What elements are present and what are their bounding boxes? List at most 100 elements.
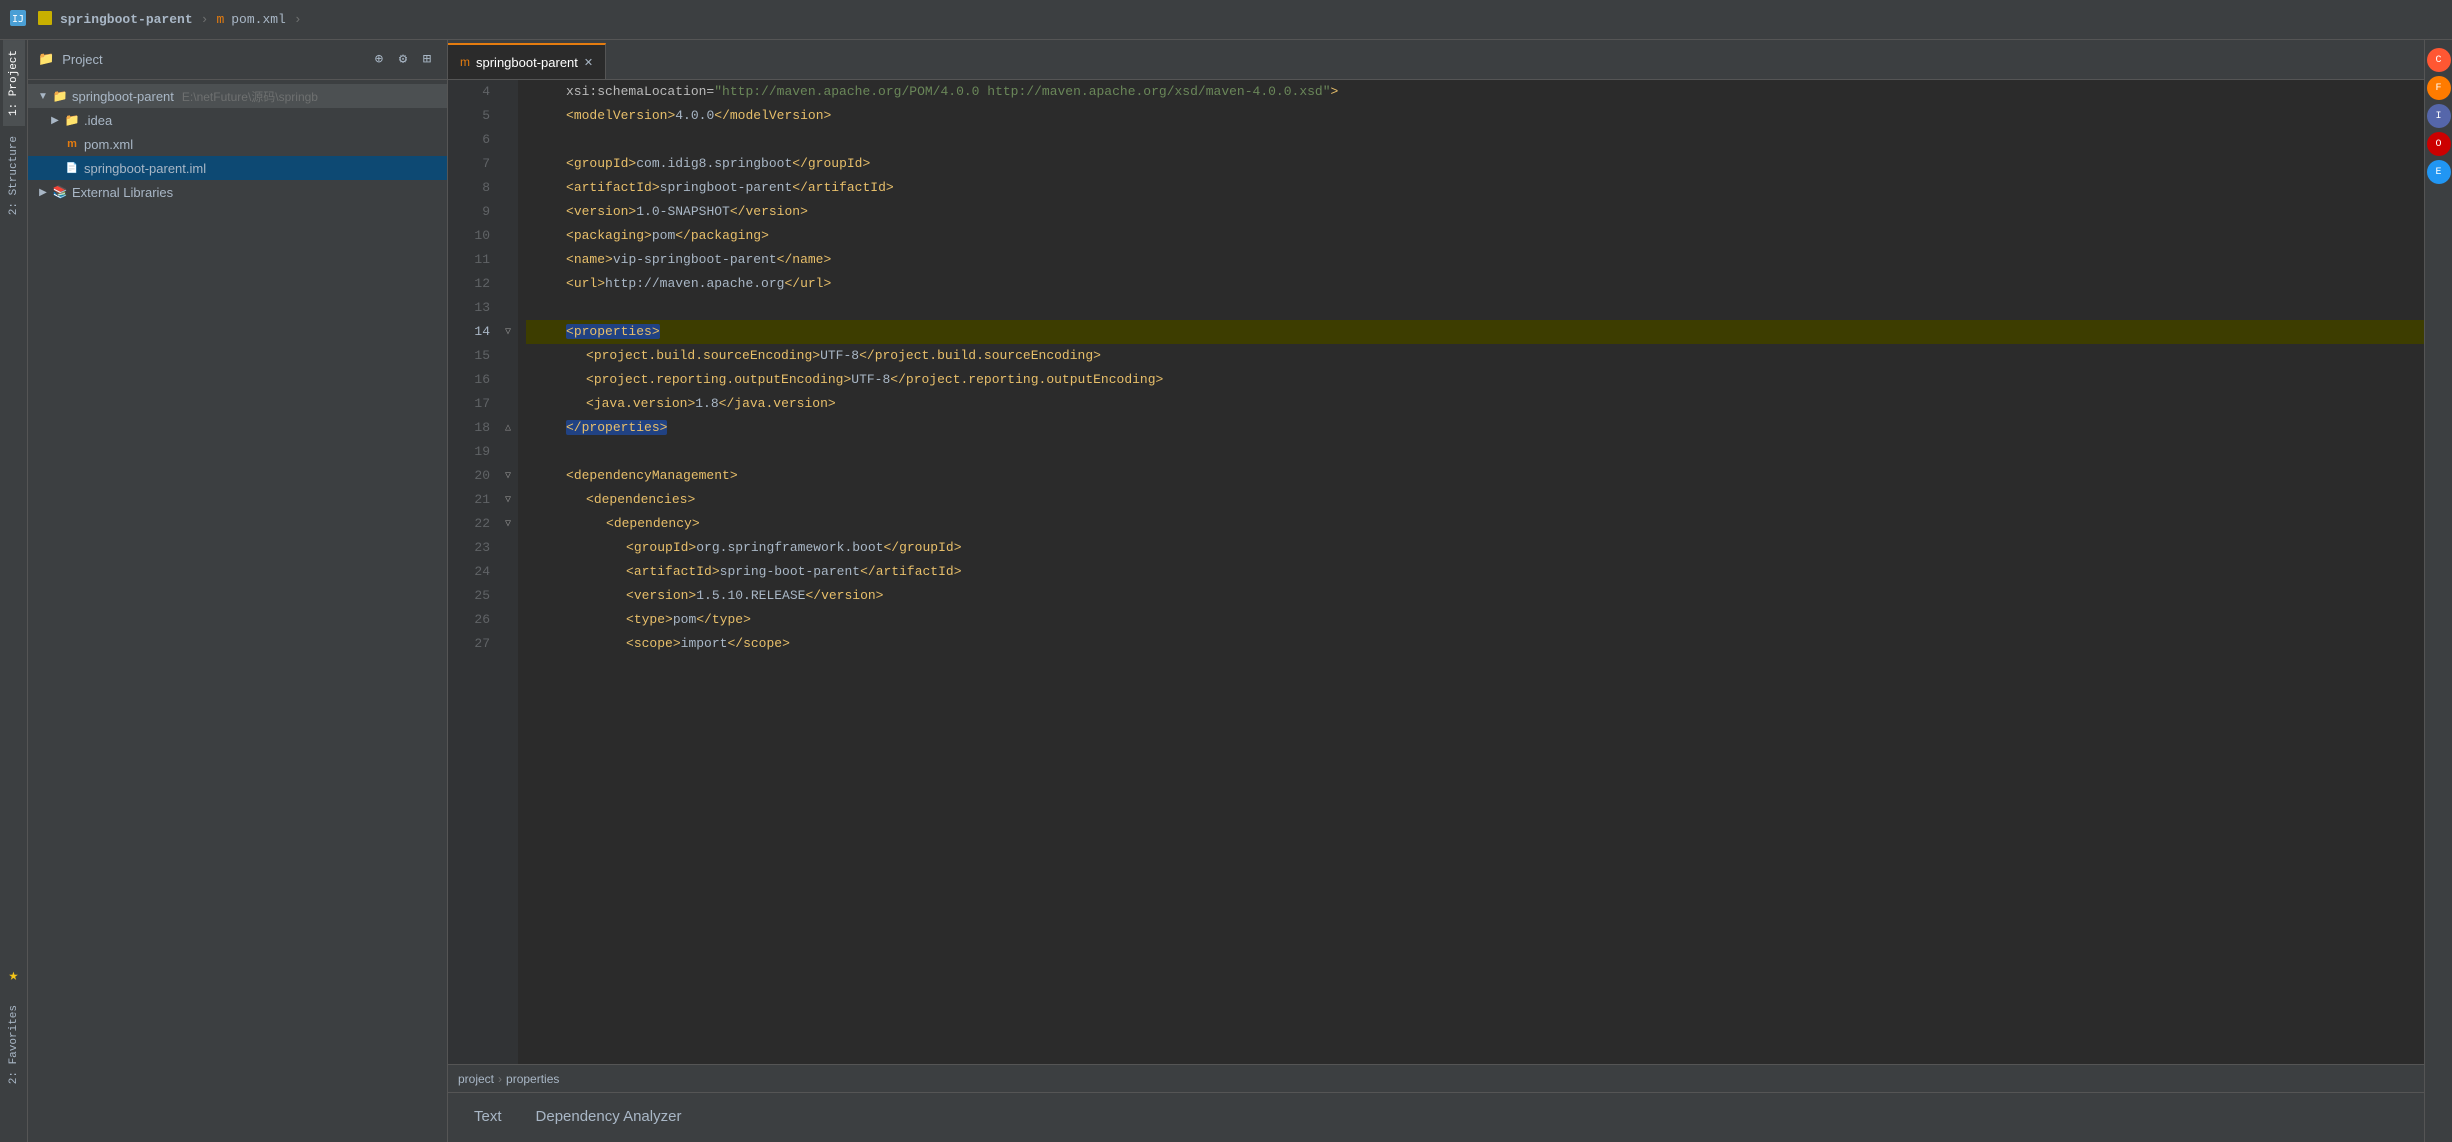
line-num-27: 27 <box>456 632 490 656</box>
line-num-11: 11 <box>456 248 490 272</box>
line-num-17: 17 <box>456 392 490 416</box>
code-line-26: <type>pom</type> <box>526 608 2424 632</box>
line-num-12: 12 <box>456 272 490 296</box>
main-layout: 1: Project 2: Structure 📁 Project ⊕ ⚙ ⊞ … <box>0 40 2452 1142</box>
pom-icon: m <box>216 12 224 27</box>
line-num-18: 18 <box>456 416 490 440</box>
line-num-23: 23 <box>456 536 490 560</box>
extlibs-label: External Libraries <box>72 185 173 200</box>
idea-icon: 📁 <box>64 112 80 128</box>
tree-item-ext-libs[interactable]: ▶ 📚 External Libraries <box>28 180 447 204</box>
browser-icons-area: C F I O E <box>2425 40 2452 192</box>
sidebar-tab-favorites[interactable]: 2: Favorites <box>3 995 25 1094</box>
line-num-6: 6 <box>456 128 490 152</box>
fold-11 <box>498 248 518 272</box>
line-24-content: <artifactId>spring-boot-parent</artifact… <box>526 560 962 584</box>
status-bar: project › properties <box>448 1064 2424 1092</box>
favorites-star-icon[interactable]: ★ <box>9 965 19 985</box>
title-sep1: › <box>201 12 209 27</box>
fold-19 <box>498 440 518 464</box>
line-18-content: </properties> <box>526 416 667 440</box>
tree-root-item[interactable]: ▼ 📁 springboot-parent E:\netFuture\源码\sp… <box>28 84 447 108</box>
line-num-10: 10 <box>456 224 490 248</box>
fold-8 <box>498 176 518 200</box>
code-line-12: <url>http://maven.apache.org</url> <box>526 272 2424 296</box>
bottom-tab-dependency-label: Dependency Analyzer <box>536 1108 682 1125</box>
project-panel: 📁 Project ⊕ ⚙ ⊞ ▼ 📁 springboot-parent E:… <box>28 40 448 1142</box>
sidebar-tab-structure[interactable]: 2: Structure <box>3 126 25 225</box>
app-icon: IJ <box>10 10 26 30</box>
code-line-8: <artifactId>springboot-parent</artifactI… <box>526 176 2424 200</box>
line-14-content: <properties> <box>526 320 660 344</box>
line-12-content: <url>http://maven.apache.org</url> <box>526 272 831 296</box>
line-num-7: 7 <box>456 152 490 176</box>
fold-25 <box>498 584 518 608</box>
tree-item-pom[interactable]: ▶ m pom.xml <box>28 132 447 156</box>
title-breadcrumb: springboot-parent › m pom.xml › <box>34 11 306 29</box>
line-num-26: 26 <box>456 608 490 632</box>
sidebar-tab-project[interactable]: 1: Project <box>3 40 25 126</box>
fold-13 <box>498 296 518 320</box>
bottom-tab-text-label: Text <box>474 1108 502 1125</box>
code-line-16: <project.reporting.outputEncoding>UTF-8<… <box>526 368 2424 392</box>
line-25-content: <version>1.5.10.RELEASE</version> <box>526 584 883 608</box>
sync-icon[interactable]: ⊕ <box>369 50 389 70</box>
line-15-content: <project.build.sourceEncoding>UTF-8</pro… <box>526 344 1101 368</box>
opera-icon[interactable]: O <box>2427 132 2451 156</box>
root-path: E:\netFuture\源码\springb <box>182 88 318 105</box>
line-num-20: 20 <box>456 464 490 488</box>
breadcrumb-project: project <box>458 1072 494 1086</box>
line-num-22: 22 <box>456 512 490 536</box>
line-9-content: <version>1.0-SNAPSHOT</version> <box>526 200 808 224</box>
fold-20[interactable]: ▽ <box>498 464 518 488</box>
svg-text:IJ: IJ <box>12 14 24 25</box>
fold-24 <box>498 560 518 584</box>
code-line-14: <properties> <box>526 320 2424 344</box>
pom-file-icon: m <box>64 136 80 152</box>
line-21-content: <dependencies> <box>526 488 695 512</box>
edge-icon[interactable]: E <box>2427 160 2451 184</box>
line-num-19: 19 <box>456 440 490 464</box>
code-line-21: <dependencies> <box>526 488 2424 512</box>
code-line-19 <box>526 440 2424 464</box>
fold-18[interactable]: △ <box>498 416 518 440</box>
code-line-4: xsi:schemaLocation="http://maven.apache.… <box>526 80 2424 104</box>
code-line-27: <scope>import</scope> <box>526 632 2424 656</box>
fold-23 <box>498 536 518 560</box>
root-label: springboot-parent <box>72 89 174 104</box>
fold-15 <box>498 344 518 368</box>
line-8-content: <artifactId>springboot-parent</artifactI… <box>526 176 894 200</box>
extlibs-icon: 📚 <box>52 184 68 200</box>
tab-close-icon[interactable]: ✕ <box>584 56 593 69</box>
editor-tab-pom[interactable]: m springboot-parent ✕ <box>448 43 606 79</box>
root-folder-icon: 📁 <box>52 88 68 104</box>
code-content[interactable]: xsi:schemaLocation="http://maven.apache.… <box>518 80 2424 1064</box>
tab-pom-label: springboot-parent <box>476 55 578 70</box>
line-num-14: 14 <box>456 320 490 344</box>
code-line-23: <groupId>org.springframework.boot</group… <box>526 536 2424 560</box>
line-num-9: 9 <box>456 200 490 224</box>
fold-4 <box>498 80 518 104</box>
ie-icon[interactable]: I <box>2427 104 2451 128</box>
fold-21[interactable]: ▽ <box>498 488 518 512</box>
fold-14[interactable]: ▽ <box>498 320 518 344</box>
line-16-content: <project.reporting.outputEncoding>UTF-8<… <box>526 368 1163 392</box>
tree-item-iml[interactable]: ▶ 📄 springboot-parent.iml <box>28 156 447 180</box>
settings-icon[interactable]: ⚙ <box>393 50 413 70</box>
project-panel-header: 📁 Project ⊕ ⚙ ⊞ <box>28 40 447 80</box>
firefox-icon[interactable]: F <box>2427 76 2451 100</box>
expand-icon[interactable]: ⊞ <box>417 50 437 70</box>
bottom-tab-dependency[interactable]: Dependency Analyzer <box>520 1100 698 1136</box>
title-pom-name: pom.xml <box>231 12 286 27</box>
line-20-content: <dependencyManagement> <box>526 464 738 488</box>
breadcrumb-sep1: › <box>498 1072 502 1086</box>
bottom-tab-text[interactable]: Text <box>458 1100 518 1136</box>
code-line-18: </properties> <box>526 416 2424 440</box>
chrome-icon[interactable]: C <box>2427 48 2451 72</box>
code-line-25: <version>1.5.10.RELEASE</version> <box>526 584 2424 608</box>
fold-22[interactable]: ▽ <box>498 512 518 536</box>
breadcrumb-nav: project › properties <box>458 1072 559 1086</box>
tree-item-idea[interactable]: ▶ 📁 .idea <box>28 108 447 132</box>
line-num-5: 5 <box>456 104 490 128</box>
title-sep2: › <box>294 12 302 27</box>
